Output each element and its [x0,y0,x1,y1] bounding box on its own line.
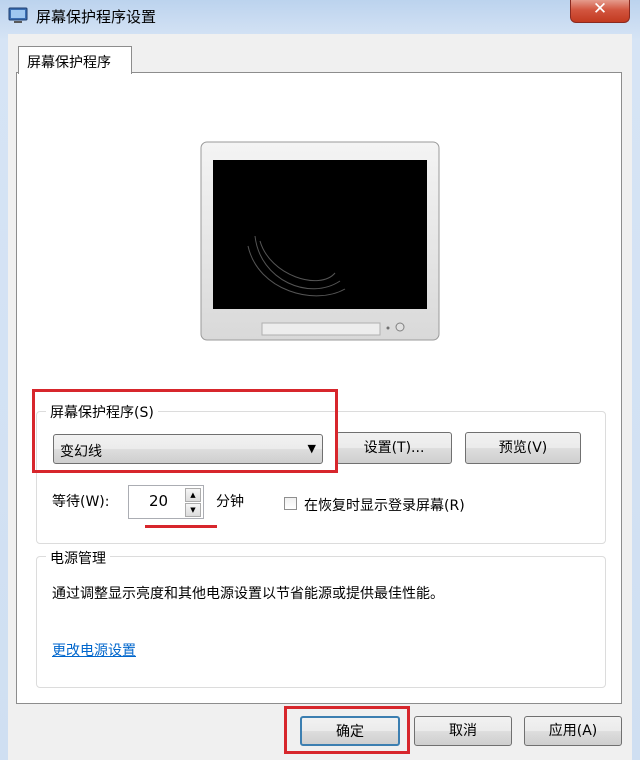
wait-value: 20 [149,492,169,510]
dialog-window: 屏幕保护程序设置 ✕ 屏幕保护程序 屏幕保护程序(S) 变幻线 ▼ 设置(T).… [0,0,640,760]
settings-button[interactable]: 设置(T)... [336,432,452,464]
chevron-down-icon: ▼ [307,442,316,455]
power-group-label: 电源管理 [46,548,110,568]
title-bar[interactable]: 屏幕保护程序设置 ✕ [0,0,640,34]
screensaver-selected: 变幻线 [60,444,102,460]
wait-spinner[interactable]: 20 ▲ ▼ [128,485,204,519]
wait-unit: 分钟 [216,494,244,510]
power-group [36,556,606,688]
screensaver-dropdown[interactable]: 变幻线 ▼ [53,434,323,464]
screensaver-group-label: 屏幕保护程序(S) [46,402,158,422]
change-power-settings-link[interactable]: 更改电源设置 [52,640,136,660]
window-title: 屏幕保护程序设置 [36,8,157,26]
close-icon: ✕ [592,0,608,19]
cancel-button[interactable]: 取消 [414,716,512,746]
wait-label: 等待(W): [52,494,110,510]
spin-down-icon[interactable]: ▼ [185,503,201,517]
screensaver-group [36,411,606,544]
highlight-wait-underline [145,525,217,528]
monitor-preview [200,141,440,341]
screen-saver-icon [8,7,28,23]
power-description: 通过调整显示亮度和其他电源设置以节省能源或提供最佳性能。 [52,586,444,602]
tab-screensaver[interactable]: 屏幕保护程序 [18,46,132,74]
ok-button[interactable]: 确定 [300,716,400,746]
tab-label: 屏幕保护程序 [27,55,111,71]
close-button[interactable]: ✕ [570,0,630,23]
resume-logon-label[interactable]: 在恢复时显示登录屏幕(R) [304,495,465,515]
preview-button[interactable]: 预览(V) [465,432,581,464]
spin-up-icon[interactable]: ▲ [185,488,201,502]
apply-button[interactable]: 应用(A) [524,716,622,746]
resume-logon-checkbox[interactable] [284,497,297,510]
